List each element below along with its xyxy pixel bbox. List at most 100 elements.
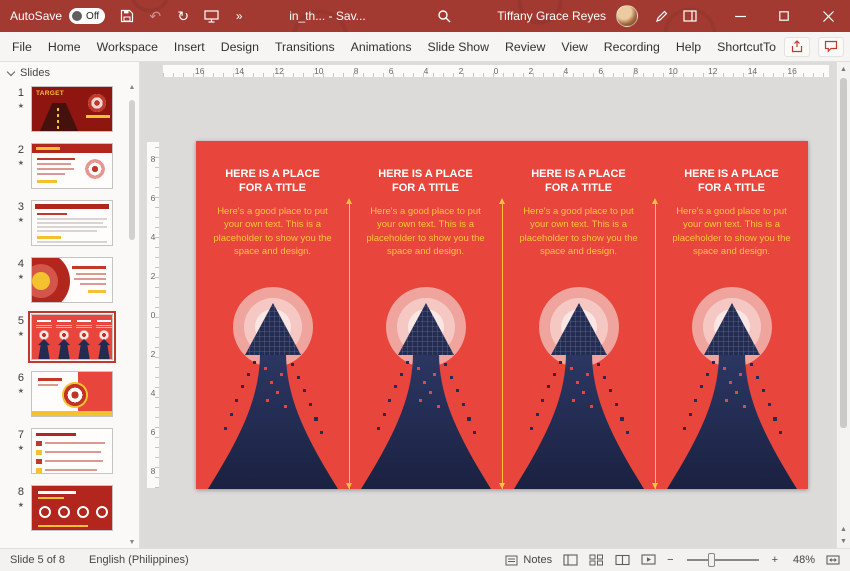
column-title-placeholder[interactable]: HERE IS A PLACE FOR A TITLE — [217, 167, 329, 196]
thumbnail-number-column: 8 ★ — [6, 485, 24, 509]
scroll-up-icon[interactable]: ▲ — [837, 62, 850, 73]
column-title-placeholder[interactable]: HERE IS A PLACE FOR A TITLE — [370, 167, 482, 196]
slide-canvas[interactable]: HERE IS A PLACE FOR A TITLE Here's a good… — [196, 141, 808, 489]
notes-icon — [505, 555, 518, 565]
ribbon-tab-insert[interactable]: Insert — [166, 32, 213, 62]
target-arrow-graphic[interactable] — [510, 281, 648, 489]
share-button[interactable] — [783, 36, 810, 57]
redo-button[interactable]: ↻ — [169, 0, 197, 32]
previous-slide-icon[interactable]: ▲ — [837, 526, 850, 533]
horizontal-ruler[interactable]: 16 14 12 10 8 6 4 2 0 2 4 6 8 10 12 14 16 — [162, 64, 830, 78]
slide-thumbnail-row[interactable]: 6 ★ — [0, 371, 124, 417]
thumb-decoration — [79, 330, 89, 340]
column-title-placeholder[interactable]: HERE IS A PLACE FOR A TITLE — [676, 167, 788, 196]
slide-indicator[interactable]: Slide 5 of 8 — [10, 554, 65, 566]
ruler-number: 4 — [150, 232, 156, 242]
zoom-slider-knob[interactable] — [708, 553, 716, 567]
thumb-decoration — [36, 459, 42, 464]
slide-thumbnail[interactable] — [31, 200, 113, 246]
divider-line[interactable] — [346, 198, 352, 489]
target-arrow-graphic[interactable] — [204, 281, 342, 489]
ribbon-display-button[interactable] — [676, 0, 704, 32]
zoom-slider[interactable] — [686, 553, 759, 567]
panel-scrollbar-thumb[interactable] — [129, 100, 135, 240]
next-slide-icon[interactable]: ▼ — [837, 538, 850, 545]
slideshow-view-button[interactable] — [641, 554, 656, 566]
language-indicator[interactable]: English (Philippines) — [89, 554, 189, 566]
fit-to-window-button[interactable] — [826, 554, 840, 566]
chevron-down-icon — [6, 67, 16, 76]
ribbon-tab-home[interactable]: Home — [40, 32, 89, 62]
slide-thumbnail[interactable] — [31, 428, 113, 474]
reading-view-button[interactable] — [615, 554, 630, 566]
panel-scroll-up-icon[interactable]: ▲ — [126, 84, 138, 91]
slide-thumbnail-row[interactable]: 8 ★ — [0, 485, 124, 531]
user-name[interactable]: Tiffany Grace Reyes — [497, 9, 606, 23]
ribbon-tab-file[interactable]: File — [4, 32, 40, 62]
slide-thumbnail-row[interactable]: 3 ★ — [0, 200, 124, 246]
slide-thumbnail[interactable] — [31, 143, 113, 189]
present-button[interactable] — [197, 0, 225, 32]
title-bar: AutoSave Off ↶ ↻ » in_th... - Sav... Tif… — [0, 0, 850, 32]
divider-line[interactable] — [652, 198, 658, 489]
zoom-in-button[interactable]: + — [772, 554, 778, 566]
user-avatar[interactable] — [616, 5, 638, 27]
pen-tool-button[interactable] — [648, 0, 676, 32]
slide-thumbnail[interactable]: TARGET — [31, 86, 113, 132]
slide-thumbnail-row[interactable]: 5 ★ — [0, 311, 124, 363]
ribbon-tab-slide-show[interactable]: Slide Show — [420, 32, 498, 62]
comments-button[interactable] — [817, 36, 844, 57]
column-body-placeholder[interactable]: Here's a good place to put your own text… — [515, 205, 643, 259]
save-button[interactable] — [113, 0, 141, 32]
close-button[interactable] — [806, 0, 850, 32]
slide-sorter-view-button[interactable] — [589, 554, 604, 566]
slides-panel-header[interactable]: Slides — [0, 62, 139, 81]
notes-button[interactable]: Notes — [505, 554, 552, 566]
ribbon-tab-design[interactable]: Design — [213, 32, 267, 62]
ribbon-tab-help[interactable]: Help — [668, 32, 709, 62]
panel-scroll-down-icon[interactable]: ▼ — [126, 539, 138, 546]
column-body-placeholder[interactable]: Here's a good place to put your own text… — [668, 205, 796, 259]
vertical-ruler[interactable]: 8 6 4 2 0 2 4 6 8 — [146, 141, 160, 489]
document-title[interactable]: in_th... - Sav... — [289, 9, 365, 23]
target-arrow-svg — [513, 287, 644, 489]
target-arrow-graphic[interactable] — [357, 281, 495, 489]
zoom-out-button[interactable]: − — [667, 554, 673, 566]
slide-thumbnail[interactable] — [31, 371, 113, 417]
divider-line[interactable] — [499, 198, 505, 489]
slide-thumbnail-row[interactable]: 1 ★ TARGET — [0, 86, 124, 132]
scrollbar-thumb[interactable] — [840, 78, 847, 428]
zoom-level[interactable]: 48% — [789, 554, 815, 566]
vertical-scrollbar[interactable]: ▲ ▲ ▼ — [836, 62, 850, 548]
maximize-button[interactable] — [762, 0, 806, 32]
search-button[interactable] — [430, 0, 458, 32]
autosave-toggle[interactable]: Off — [69, 8, 106, 24]
slide-thumbnail-row[interactable]: 4 ★ — [0, 257, 124, 303]
ribbon-tab-transitions[interactable]: Transitions — [267, 32, 343, 62]
minimize-button[interactable] — [718, 0, 762, 32]
thumb-decoration — [76, 273, 106, 275]
ribbon-tab-view[interactable]: View — [553, 32, 595, 62]
column-body-placeholder[interactable]: Here's a good place to put your own text… — [209, 205, 337, 259]
column-body-placeholder[interactable]: Here's a good place to put your own text… — [362, 205, 490, 259]
slide-thumbnail-row[interactable]: 7 ★ — [0, 428, 124, 474]
ribbon-tab-workspace[interactable]: Workspace — [89, 32, 166, 62]
column-title-placeholder[interactable]: HERE IS A PLACE FOR A TITLE — [523, 167, 635, 196]
slide-thumbnail-row[interactable]: 2 ★ — [0, 143, 124, 189]
ribbon-tab-shortcutto[interactable]: ShortcutTo — [709, 32, 784, 62]
slide-thumbnail[interactable] — [28, 311, 116, 363]
target-arrow-graphic[interactable] — [663, 281, 801, 489]
more-commands-button[interactable]: » — [225, 0, 253, 32]
slide-number: 6 — [17, 372, 24, 384]
undo-button[interactable]: ↶ — [141, 0, 169, 32]
thumb-decoration — [72, 266, 106, 269]
slide-thumbnail[interactable] — [31, 257, 113, 303]
panel-scrollbar[interactable]: ▲ ▼ — [126, 84, 138, 546]
ribbon-tab-animations[interactable]: Animations — [343, 32, 420, 62]
more-commands-chevron: » — [235, 9, 243, 23]
slide-thumbnail[interactable] — [31, 485, 113, 531]
thumb-decoration — [88, 290, 106, 293]
ribbon-tab-recording[interactable]: Recording — [596, 32, 668, 62]
ribbon-tab-review[interactable]: Review — [497, 32, 553, 62]
normal-view-button[interactable] — [563, 554, 578, 566]
